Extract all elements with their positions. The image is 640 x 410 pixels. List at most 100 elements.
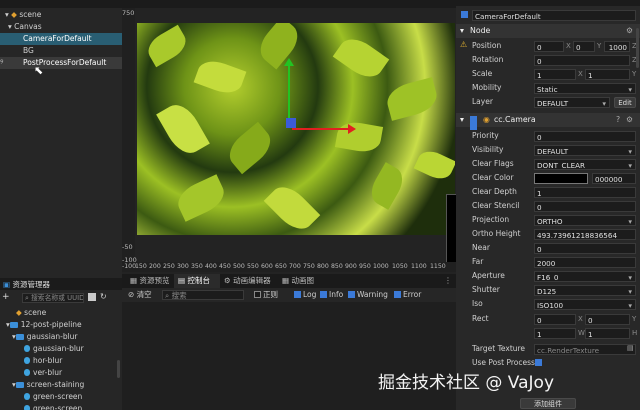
- refresh-icon[interactable]: ↻: [100, 292, 107, 301]
- ruler-tick: 1100: [411, 263, 427, 270]
- ortho-height-input[interactable]: 493.73961218836564: [534, 229, 636, 240]
- ruler-tick: 550: [247, 263, 259, 270]
- error-filter-checkbox[interactable]: Error: [394, 288, 421, 302]
- asset-item-scene[interactable]: ◆ scene: [0, 307, 122, 319]
- layer-select[interactable]: DEFAULT: [534, 97, 610, 108]
- asset-folder-12-post-pipeline[interactable]: ▾ 12-post-pipeline: [0, 319, 122, 331]
- scale-y-input[interactable]: 1: [585, 69, 630, 80]
- asset-item-green-screen[interactable]: green-screen: [0, 403, 122, 410]
- gizmo-arrow-right-icon[interactable]: [348, 124, 356, 134]
- target-texture-field[interactable]: cc.RenderTexture: [534, 344, 636, 355]
- folder-icon: ▣: [3, 280, 11, 289]
- asset-picker-icon[interactable]: ▤: [627, 344, 634, 352]
- help-icon[interactable]: ?: [616, 113, 620, 127]
- mobility-select[interactable]: Static: [534, 83, 636, 94]
- ruler-tick: 950: [359, 263, 371, 270]
- assets-scrollbar[interactable]: [117, 360, 120, 378]
- tab-animation-editor[interactable]: ⚙ 动画编辑器: [220, 274, 278, 288]
- tab-asset-preview[interactable]: ▦ 资源预览: [126, 274, 174, 288]
- ruler-tick: 1150: [430, 263, 446, 270]
- gizmo-arrow-up-icon[interactable]: [284, 58, 294, 66]
- clear-color-hex-input[interactable]: 000000: [592, 173, 636, 184]
- component-enabled-checkbox[interactable]: [470, 116, 477, 130]
- hierarchy-item-postprocessfordefault[interactable]: PostProcessForDefault: [0, 57, 122, 69]
- layer-edit-button[interactable]: Edit: [614, 97, 636, 108]
- log-filter-checkbox[interactable]: Log: [294, 288, 316, 302]
- regex-checkbox[interactable]: 正则: [254, 288, 278, 302]
- camera-section-header[interactable]: ▾ ◉ cc.Camera ? ⚙: [456, 113, 640, 130]
- collapse-arrow-icon[interactable]: ▾: [460, 113, 464, 127]
- position-z-input[interactable]: 1000: [604, 41, 630, 52]
- leaf-shape: [172, 174, 230, 222]
- ruler-tick: 1000: [373, 263, 389, 270]
- asset-item-ver-blur[interactable]: ver-blur: [0, 367, 122, 379]
- node-header: CameraForDefault: [456, 8, 640, 22]
- asset-item-gaussian-blur[interactable]: gaussian-blur: [0, 343, 122, 355]
- ruler-tick: 350: [191, 263, 203, 270]
- clear-depth-input[interactable]: 1: [534, 187, 636, 198]
- asset-item-hor-blur[interactable]: hor-blur: [0, 355, 122, 367]
- watermark-text: 掘金技术社区 @ VaJoy: [378, 373, 555, 393]
- clear-stencil-input[interactable]: 0: [534, 201, 636, 212]
- near-input[interactable]: 0: [534, 243, 636, 254]
- settings-icon[interactable]: ⚙: [626, 24, 633, 38]
- aperture-select[interactable]: F16_0: [534, 271, 636, 282]
- assets-search-input[interactable]: ⌕ 搜索名称或 UUID: [22, 293, 84, 303]
- node-name-input[interactable]: CameraForDefault: [472, 10, 636, 21]
- tab-animation-graph[interactable]: ▦ 动画图: [278, 274, 324, 288]
- position-y-input[interactable]: 0: [573, 41, 595, 52]
- rect-x-input[interactable]: 0: [534, 314, 576, 325]
- visibility-select[interactable]: DEFAULT: [534, 145, 636, 156]
- left-ruler: [122, 8, 135, 262]
- info-filter-checkbox[interactable]: Info: [320, 288, 343, 302]
- expand-arrow-icon[interactable]: ▾: [8, 22, 12, 31]
- warning-filter-checkbox[interactable]: Warning: [348, 288, 388, 302]
- leaf-shape: [365, 162, 409, 210]
- ruler-tick: 900: [345, 263, 357, 270]
- hierarchy-item-bg[interactable]: BG: [0, 45, 122, 57]
- priority-input[interactable]: 0: [534, 131, 636, 142]
- node-active-checkbox[interactable]: [461, 11, 468, 18]
- far-input[interactable]: 2000: [534, 257, 636, 268]
- node-section-header[interactable]: ▾ Node ⚙: [456, 24, 640, 38]
- settings-icon[interactable]: ⚙: [626, 113, 633, 127]
- move-gizmo-x-axis[interactable]: [292, 128, 350, 130]
- scene-view[interactable]: 750 -50 -100 -100 150 200 250 300 350 40…: [122, 0, 456, 274]
- hierarchy-item-canvas[interactable]: ▾ Canvas: [0, 21, 122, 33]
- rect-h-input[interactable]: 1: [585, 328, 630, 339]
- add-component-button[interactable]: 添加组件: [520, 398, 576, 409]
- use-post-process-checkbox[interactable]: [535, 359, 542, 366]
- position-x-input[interactable]: 0: [534, 41, 564, 52]
- asset-item-green-screen[interactable]: green-screen: [0, 391, 122, 403]
- asset-folder-screen-staining[interactable]: ▾ screen-staining: [0, 379, 122, 391]
- add-asset-button[interactable]: +: [2, 292, 12, 302]
- rect-row-wh: 1 W 1 H: [456, 326, 640, 340]
- search-icon: ⌕: [25, 294, 29, 302]
- collapse-arrow-icon[interactable]: ▾: [460, 24, 464, 38]
- tab-console[interactable]: ▤ 控制台: [174, 274, 220, 288]
- leaf-shape: [263, 179, 321, 235]
- expand-arrow-icon[interactable]: ▾: [5, 10, 9, 19]
- console-log-area[interactable]: [122, 302, 456, 410]
- move-gizmo-y-axis[interactable]: [288, 64, 290, 126]
- sort-icon[interactable]: [88, 293, 96, 301]
- clear-flags-select[interactable]: DONT_CLEAR: [534, 159, 636, 170]
- iso-select[interactable]: ISO100: [534, 299, 636, 310]
- panel-menu-icon[interactable]: ⋮: [444, 276, 452, 285]
- shutter-select[interactable]: D125: [534, 285, 636, 296]
- scale-x-input[interactable]: 1: [534, 69, 576, 80]
- projection-select[interactable]: ORTHO: [534, 215, 636, 226]
- clear-button[interactable]: ⊘ 清空: [128, 288, 152, 302]
- clear-color-swatch[interactable]: [534, 173, 588, 184]
- hierarchy-item-scene[interactable]: ▾ ◆ scene: [0, 9, 122, 21]
- rotation-z-input[interactable]: 0: [534, 55, 630, 66]
- inspector-scrollbar[interactable]: [636, 28, 639, 68]
- rect-w-input[interactable]: 1: [534, 328, 576, 339]
- near-row: Near 0: [456, 241, 640, 255]
- rect-y-input[interactable]: 0: [585, 314, 630, 325]
- hierarchy-item-camerafordefault[interactable]: CameraForDefault: [0, 33, 122, 45]
- move-gizmo-center[interactable]: [286, 118, 296, 128]
- ruler-tick: 650: [275, 263, 287, 270]
- console-search-input[interactable]: ⌕ 搜索: [162, 290, 244, 300]
- asset-folder-gaussian-blur[interactable]: ▾ gaussian-blur: [0, 331, 122, 343]
